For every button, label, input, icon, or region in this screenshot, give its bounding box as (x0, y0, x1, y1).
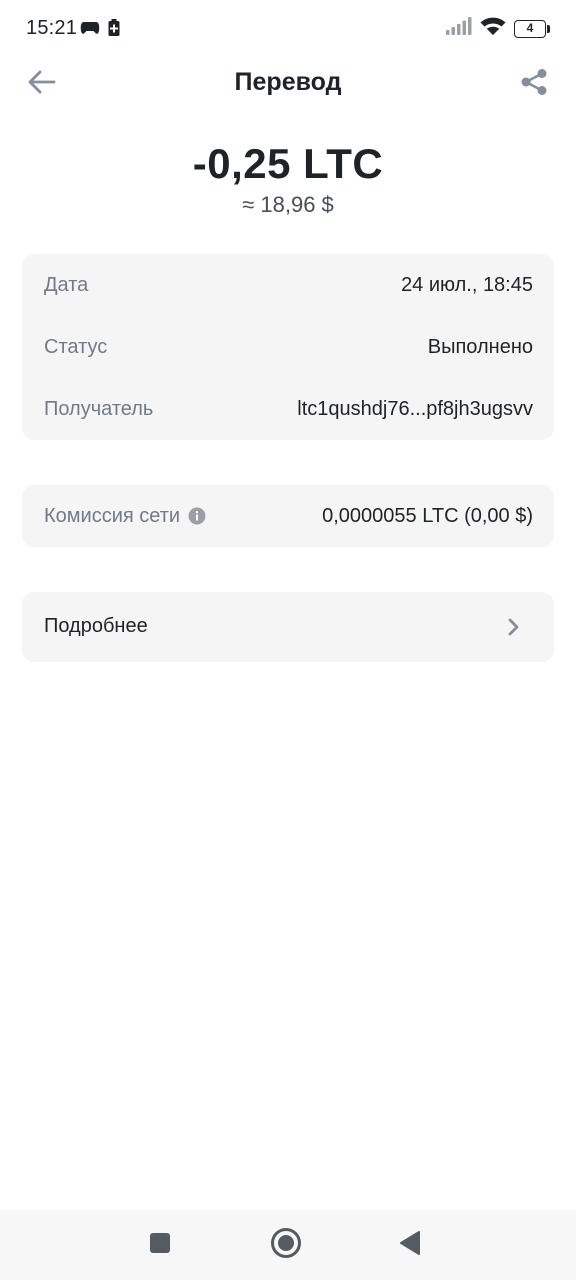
battery-saver-icon (108, 19, 120, 41)
status-left-icons (80, 19, 120, 41)
info-icon[interactable] (188, 507, 206, 525)
system-back-button[interactable] (392, 1227, 428, 1263)
home-circle-icon (270, 1227, 302, 1264)
more-details-button[interactable]: Подробнее (22, 592, 554, 662)
fee-label-group: Комиссия сети (44, 505, 206, 528)
status-time: 15:21 (26, 17, 78, 39)
home-button[interactable] (268, 1227, 304, 1263)
fee-row: Комиссия сети 0,0000055 LTC (0,00 $) (44, 496, 533, 536)
status-right-icons: 4 (446, 16, 550, 41)
status-bar: 15:21 4 (0, 0, 576, 58)
recipient-label: Получатель (44, 397, 154, 420)
share-icon (520, 68, 548, 101)
recents-square-icon (148, 1231, 172, 1260)
page-title: Перевод (234, 68, 342, 96)
date-value: 24 июл., 18:45 (401, 273, 533, 296)
recipient-address[interactable]: ltc1qushdj76...pf8jh3ugsvv (297, 398, 533, 421)
signal-icon (446, 17, 472, 40)
transaction-fiat-amount: ≈ 18,96 $ (242, 192, 334, 217)
transaction-amount: -0,25 LTC (192, 140, 384, 187)
header: Перевод (0, 58, 576, 110)
back-triangle-icon (398, 1230, 422, 1261)
recipient-row[interactable]: Получатель ltc1qushdj76...pf8jh3ugsvv (44, 389, 533, 429)
details-card: Дата 24 июл., 18:45 Статус Выполнено Пол… (22, 254, 554, 440)
network-fee-card: Комиссия сети 0,0000055 LTC (0,00 $) (22, 485, 554, 547)
status-row: Статус Выполнено (44, 327, 533, 367)
gamepad-icon (80, 20, 100, 41)
fee-value: 0,0000055 LTC (0,00 $) (322, 504, 533, 527)
share-button[interactable] (516, 66, 552, 102)
wifi-icon (480, 16, 506, 41)
system-nav-bar (0, 1210, 576, 1280)
more-details-label: Подробнее (44, 615, 148, 637)
status-label: Статус (44, 335, 108, 358)
recents-button[interactable] (142, 1227, 178, 1263)
date-label: Дата (44, 273, 89, 296)
date-row: Дата 24 июл., 18:45 (44, 265, 533, 305)
fee-label: Комиссия сети (44, 504, 181, 527)
status-value: Выполнено (427, 335, 533, 358)
chevron-right-icon (504, 616, 524, 638)
battery-icon: 4 (514, 19, 550, 38)
